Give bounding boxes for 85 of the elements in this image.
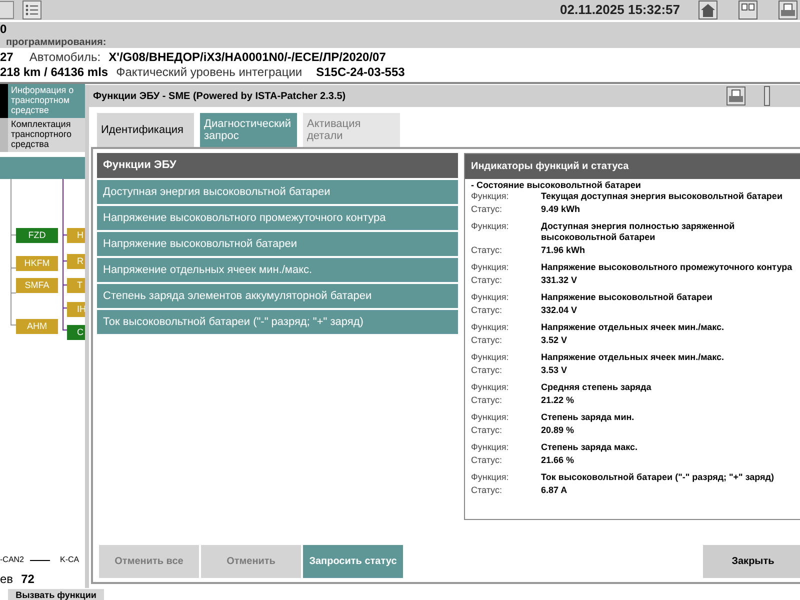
vehicle-number: 27: [0, 50, 14, 65]
status-value: 331.32 V: [541, 275, 578, 286]
function-name: Доступная энергия полностью заряженной высоковольтной батареи: [541, 221, 736, 243]
function-label: Функция:: [471, 442, 510, 453]
status-value: 6.87 A: [541, 485, 568, 496]
group-title: - Состояние высоковольтной батареи: [470, 179, 642, 191]
close-button[interactable]: Закрыть: [703, 545, 800, 578]
function-item[interactable]: Напряжение высоковольтного промежуточного контура: [97, 206, 458, 230]
function-name: Степень заряда макс.: [541, 442, 638, 453]
header-text: 0: [0, 22, 8, 37]
window-icon[interactable]: [738, 0, 758, 20]
function-label: Функция:: [471, 412, 510, 423]
status-label: Статус:: [471, 485, 503, 496]
printer-icon[interactable]: [726, 86, 746, 106]
call-functions-button[interactable]: Вызвать функции: [8, 589, 104, 600]
ecu-node[interactable]: SMFA: [16, 278, 58, 293]
status-value: 3.52 V: [541, 335, 568, 346]
status-label: Статус:: [471, 245, 503, 256]
vehicle-value: X'/G08/ВНЕДОР/iX3/HA0001N0/-/ECE/ЛР/2020/07: [108, 50, 386, 65]
status-label: Статус:: [471, 275, 503, 286]
dialog-tab[interactable]: Идентификация: [97, 113, 194, 147]
status-value: 3.53 V: [541, 365, 568, 376]
list-header: Функции ЭБУ: [97, 153, 458, 178]
function-label: Функция:: [471, 472, 510, 483]
status-value: 21.66 %: [541, 455, 574, 466]
ecu-node[interactable]: H: [67, 228, 85, 243]
function-label: Функция:: [471, 262, 510, 273]
status-value: 21.22 %: [541, 395, 574, 406]
status-value: 20.89 %: [541, 425, 574, 436]
ecu-node[interactable]: R: [67, 254, 85, 269]
status-label: Статус:: [471, 305, 503, 316]
ecu-node[interactable]: AHM: [16, 319, 58, 334]
function-name: Средняя степень заряда: [541, 382, 652, 393]
bus-label: K-CA: [60, 554, 80, 566]
home-icon[interactable]: [698, 0, 718, 20]
status-label: Статус:: [471, 455, 503, 466]
function-label: Функция:: [471, 322, 510, 333]
window-button[interactable]: [764, 86, 770, 106]
toolbar-button[interactable]: [0, 1, 14, 19]
dialog-title: Функции ЭБУ - SME (Powered by ISTA-Patcher 2.3.5): [93, 90, 346, 104]
function-item[interactable]: Напряжение отдельных ячеек мин./макс.: [97, 258, 458, 282]
side-tab[interactable]: Комплектация транспортного средства: [8, 118, 85, 152]
mileage: 218 km / 64136 mls: [0, 65, 108, 80]
footer-label: ев: [0, 571, 14, 588]
list-icon[interactable]: [22, 0, 42, 20]
function-item[interactable]: Степень заряда элементов аккумуляторной батареи: [97, 284, 458, 308]
function-item[interactable]: Доступная энергия высоковольтной батареи: [97, 180, 458, 204]
function-item[interactable]: Напряжение высоковольтной батареи: [97, 232, 458, 256]
function-name: Напряжение высоковольтной батареи: [541, 292, 714, 303]
panel-header: Индикаторы функций и статуса: [465, 154, 800, 179]
ecu-node[interactable]: T: [67, 278, 85, 293]
vehicle-label: Автомобиль:: [29, 50, 101, 65]
function-name: Степень заряда мин.: [541, 412, 636, 423]
function-label: Функция:: [471, 221, 510, 233]
ecu-node[interactable]: FZD: [16, 228, 58, 243]
function-label: Функция:: [471, 292, 510, 303]
datetime: 02.11.2025 15:32:57: [560, 1, 680, 20]
status-label: Статус:: [471, 204, 503, 215]
ecu-node[interactable]: HKFM: [16, 256, 58, 271]
function-name: Напряжение отдельных ячеек мин./макс.: [541, 322, 726, 333]
printer-icon[interactable]: [778, 0, 798, 20]
integration-label: Фактический уровень интеграции: [116, 65, 302, 80]
ecu-node[interactable]: C: [67, 325, 85, 340]
status-label: Статус:: [471, 365, 503, 376]
function-label: Функция:: [471, 191, 510, 202]
dialog-tab[interactable]: Диагностический запрос: [200, 113, 297, 147]
status-value: 9.49 kWh: [541, 204, 580, 215]
integration-value: S15C-24-03-553: [316, 65, 405, 80]
function-item[interactable]: Ток высоковольтной батареи ("-" разряд; "+" заряд): [97, 310, 458, 334]
header-label: программирования:: [6, 37, 108, 50]
dialog-button[interactable]: Запросить статус: [303, 545, 403, 578]
function-name: Напряжение отдельных ячеек мин./макс.: [541, 352, 726, 363]
function-label: Функция:: [471, 382, 510, 393]
status-value: 71.96 kWh: [541, 245, 586, 256]
footer-value: 72: [21, 571, 34, 588]
function-name: Текущая доступная энергия высоковольтной батареи: [541, 191, 784, 202]
function-name: Ток высоковольтной батареи ("-" разряд; "+" заряд): [541, 472, 776, 483]
side-tab[interactable]: Информация о транспортном средстве: [8, 84, 85, 118]
function-label: Функция:: [471, 352, 510, 363]
function-name: Напряжение высоковольтного промежуточного контура: [541, 262, 794, 273]
status-label: Статус:: [471, 425, 503, 436]
status-label: Статус:: [471, 395, 503, 406]
status-label: Статус:: [471, 335, 503, 346]
status-value: 332.04 V: [541, 305, 578, 316]
bus-label: -CAN2: [0, 554, 24, 566]
